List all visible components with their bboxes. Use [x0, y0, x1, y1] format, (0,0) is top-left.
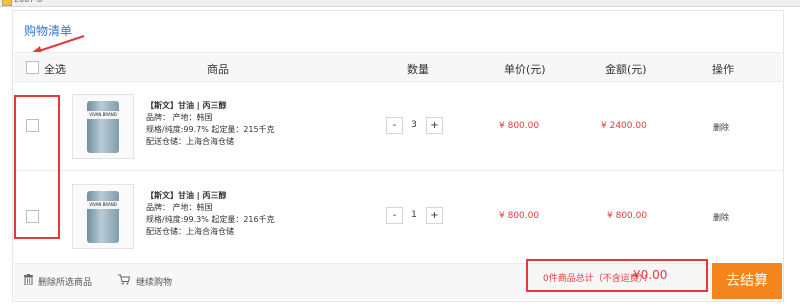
header-quantity: 数量 [407, 63, 429, 76]
product-warehouse: 配送仓储：上海合海仓储 [146, 137, 234, 146]
product-name[interactable]: 【斯文】甘油 | 丙三醇 [146, 190, 275, 202]
item-amount: ¥ 2400.00 [601, 121, 647, 131]
unit-price: ¥ 800.00 [499, 121, 540, 131]
quantity-input[interactable]: 3 [403, 117, 425, 134]
decrease-button[interactable]: - [386, 117, 403, 134]
delete-link[interactable]: 删除 [713, 122, 729, 133]
increase-button[interactable]: + [426, 117, 443, 134]
increase-button[interactable]: + [426, 207, 443, 224]
product-warehouse: 配送仓储：上海合海仓储 [146, 227, 234, 236]
total-value: ¥0.00 [633, 268, 668, 282]
product-spec: 规格/纯度:99.7% 起定量：215千克 [146, 125, 275, 134]
select-all-label: 全选 [44, 63, 66, 76]
product-can-graphic: VIVAN BRAND [87, 191, 119, 243]
product-spec: 规格/纯度:99.3% 起定量：216千克 [146, 215, 275, 224]
product-name[interactable]: 【斯文】甘油 | 丙三醇 [146, 100, 275, 112]
quantity-stepper: - 3 + [386, 117, 443, 134]
product-image[interactable]: VIVAN BRAND [72, 184, 134, 249]
header-product: 商品 [207, 63, 229, 76]
continue-shopping-link[interactable]: 继续购物 [136, 275, 172, 288]
header-amount: 金额(元) [605, 63, 647, 76]
select-all-checkbox[interactable] [26, 61, 39, 74]
product-brand-origin: 品牌： 产地：韩国 [146, 203, 213, 212]
delete-selected-link[interactable]: 删除所选商品 [38, 275, 92, 288]
trash-icon [24, 274, 33, 285]
checkout-button[interactable]: 去结算 [712, 263, 782, 299]
product-brand-origin: 品牌： 产地：韩国 [146, 113, 213, 122]
table-header: 全选 商品 数量 单价(元) 金额(元) 操作 [14, 52, 782, 82]
delete-link[interactable]: 删除 [713, 212, 729, 223]
product-image[interactable]: VIVAN BRAND [72, 94, 134, 159]
checkbox-highlight-box [14, 95, 60, 239]
product-info: 【斯文】甘油 | 丙三醇 品牌： 产地：韩国 规格/纯度:99.3% 起定量：2… [146, 190, 275, 238]
total-summary: 0件商品总计（不含运费）： ¥0.00 [526, 259, 708, 292]
row-divider [14, 170, 782, 171]
product-can-graphic: VIVAN BRAND [87, 101, 119, 153]
quantity-stepper: - 1 + [386, 207, 443, 224]
product-info: 【斯文】甘油 | 丙三醇 品牌： 产地：韩国 规格/纯度:99.7% 起定量：2… [146, 100, 275, 148]
folder-icon [2, 0, 12, 6]
item-amount: ¥ 800.00 [607, 211, 648, 221]
decrease-button[interactable]: - [386, 207, 403, 224]
unit-price: ¥ 800.00 [499, 211, 540, 221]
tab-title: 2007-8 [14, 0, 42, 4]
browser-top-bar: 2007-8 [0, 0, 800, 7]
quantity-input[interactable]: 1 [403, 207, 425, 224]
header-operation: 操作 [712, 63, 734, 76]
header-unit-price: 单价(元) [504, 63, 546, 76]
cart-icon [118, 274, 130, 285]
